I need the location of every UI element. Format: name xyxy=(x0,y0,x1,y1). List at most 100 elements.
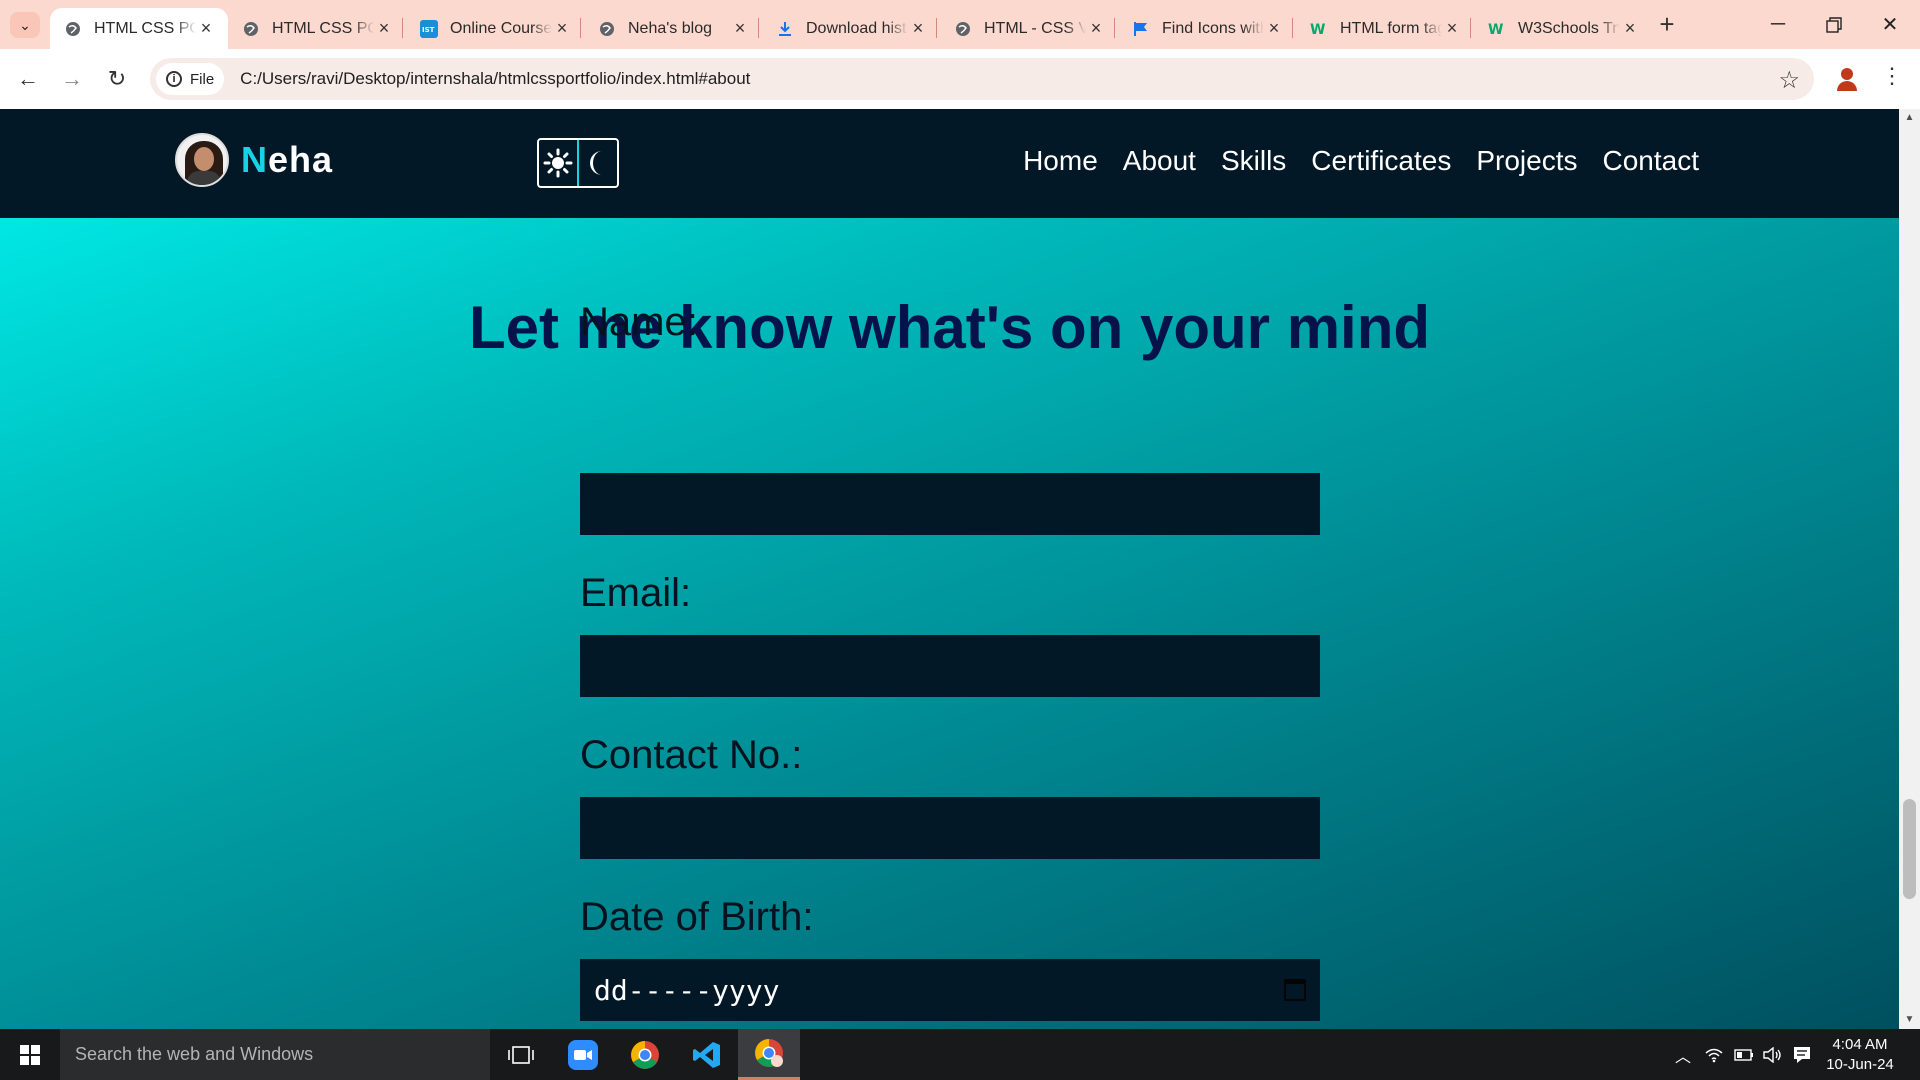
flag-icon xyxy=(1132,20,1150,38)
address-bar[interactable]: i File C:/Users/ravi/Desktop/internshala… xyxy=(150,58,1814,100)
clock-time: 4:04 AM xyxy=(1832,1036,1888,1053)
scroll-down-icon[interactable]: ▼ xyxy=(1899,1011,1920,1029)
name-input[interactable] xyxy=(580,473,1320,535)
calendar-icon[interactable] xyxy=(1284,979,1306,1001)
moon-icon[interactable] xyxy=(577,140,617,186)
tab-title: HTML - CSS Validator xyxy=(984,19,1086,37)
tab-title: Neha's blog xyxy=(628,19,712,37)
nav-projects-link[interactable]: Projects xyxy=(1476,145,1577,177)
contact-number-label: Contact No.: xyxy=(580,733,803,777)
dob-value: dd-----yyyy xyxy=(594,973,780,1007)
browser-menu-icon[interactable]: ⋮ xyxy=(1880,63,1904,89)
svg-text:IST: IST xyxy=(422,26,435,34)
close-tab-icon[interactable]: × xyxy=(1086,18,1106,39)
scrollbar-thumb[interactable] xyxy=(1903,799,1916,899)
close-tab-icon[interactable]: × xyxy=(1442,18,1462,39)
forward-button[interactable]: → xyxy=(56,63,88,95)
close-window-button[interactable]: ✕ xyxy=(1862,0,1918,49)
chrome-icon[interactable] xyxy=(614,1029,676,1080)
bookmark-star-icon[interactable]: ☆ xyxy=(1778,66,1800,95)
tab-separator xyxy=(580,18,581,38)
svg-text:W: W xyxy=(1310,22,1325,37)
nav-contact-link[interactable]: Contact xyxy=(1603,145,1700,177)
tab-1[interactable]: HTML CSS PORTFOLIO × xyxy=(50,8,228,49)
scroll-up-icon[interactable]: ▲ xyxy=(1899,109,1920,127)
globe-icon xyxy=(954,20,972,38)
nav-home-link[interactable]: Home xyxy=(1023,145,1098,177)
info-icon: i xyxy=(166,71,182,87)
nav-links: Home About Skills Certificates Projects … xyxy=(1023,145,1699,177)
avatar xyxy=(175,133,229,187)
tab-strip: ⌄ HTML CSS PORTFOLIO × HTML CSS PORTFOLI… xyxy=(0,0,1920,49)
windows-taskbar: Search the web and Windows ︿ 4:04 AM 10-… xyxy=(0,1029,1920,1080)
tab-title: Download history xyxy=(806,19,908,37)
taskbar-search[interactable]: Search the web and Windows xyxy=(60,1029,490,1080)
close-tab-icon[interactable]: × xyxy=(1620,18,1640,39)
tab-title: Online Courses xyxy=(450,19,552,37)
tab-5[interactable]: Download history × xyxy=(762,8,940,49)
close-tab-icon[interactable]: × xyxy=(374,18,394,39)
tab-separator xyxy=(1470,18,1471,38)
theme-toggle[interactable] xyxy=(537,138,619,188)
w3schools-icon: W xyxy=(1310,20,1328,38)
tab-4[interactable]: Neha's blog × xyxy=(584,8,762,49)
volume-icon[interactable] xyxy=(1758,1029,1786,1080)
ist-logo-icon: IST xyxy=(420,19,438,38)
vscode-icon[interactable] xyxy=(676,1029,738,1080)
svg-text:W: W xyxy=(1488,22,1503,37)
profile-avatar-icon[interactable] xyxy=(1832,64,1862,94)
tab-search-button[interactable]: ⌄ xyxy=(10,12,40,38)
name-label: Name: xyxy=(580,300,698,344)
nav-certificates-link[interactable]: Certificates xyxy=(1311,145,1451,177)
sun-icon[interactable] xyxy=(539,140,577,186)
reload-button[interactable]: ↻ xyxy=(101,63,133,95)
tab-6[interactable]: HTML - CSS Validator × xyxy=(940,8,1118,49)
close-tab-icon[interactable]: × xyxy=(1264,18,1284,39)
start-button[interactable] xyxy=(0,1029,60,1080)
dob-input[interactable]: dd-----yyyy xyxy=(580,959,1320,1021)
close-tab-icon[interactable]: × xyxy=(908,18,928,39)
download-icon xyxy=(776,20,794,38)
tab-3[interactable]: IST Online Courses × xyxy=(406,8,584,49)
close-tab-icon[interactable]: × xyxy=(552,18,572,39)
contact-number-input[interactable] xyxy=(580,797,1320,859)
tab-9[interactable]: W W3Schools Tryit × xyxy=(1474,8,1652,49)
chrome-profile-icon[interactable] xyxy=(738,1029,800,1080)
task-view-icon[interactable] xyxy=(490,1029,552,1080)
globe-icon xyxy=(242,20,260,38)
tab-separator xyxy=(1114,18,1115,38)
close-tab-icon[interactable]: × xyxy=(196,18,216,39)
tab-title: W3Schools Tryit xyxy=(1518,19,1620,37)
back-button[interactable]: ← xyxy=(12,63,44,95)
tab-title: HTML CSS PORTFOLIO xyxy=(94,19,196,37)
battery-icon[interactable] xyxy=(1730,1029,1758,1080)
site-info-button[interactable]: i File xyxy=(156,63,225,95)
tray-overflow-icon[interactable]: ︿ xyxy=(1668,1029,1698,1080)
browser-toolbar: ← → ↻ i File C:/Users/ravi/Desktop/inter… xyxy=(0,49,1920,109)
tab-8[interactable]: W HTML form tags × xyxy=(1296,8,1474,49)
nav-about-link[interactable]: About xyxy=(1123,145,1196,177)
wifi-icon[interactable] xyxy=(1700,1029,1728,1080)
zoom-icon[interactable] xyxy=(552,1029,614,1080)
taskbar-clock[interactable]: 4:04 AM 10-Jun-24 xyxy=(1820,1035,1900,1075)
page-scrollbar[interactable]: ▲ ▼ xyxy=(1899,109,1920,1029)
close-tab-icon[interactable]: × xyxy=(730,18,750,39)
tab-2[interactable]: HTML CSS PORTFOLIO × xyxy=(228,8,406,49)
email-input[interactable] xyxy=(580,635,1320,697)
tab-7[interactable]: Find Icons with × xyxy=(1118,8,1296,49)
globe-icon xyxy=(64,20,82,38)
restore-button[interactable] xyxy=(1806,0,1862,49)
url-text[interactable]: C:/Users/ravi/Desktop/internshala/htmlcs… xyxy=(240,69,750,89)
site-navbar: Neha Home About Skills Certificates Proj… xyxy=(0,109,1899,218)
tab-separator xyxy=(402,18,403,38)
site-chip-label: File xyxy=(190,70,215,88)
brand[interactable]: Neha xyxy=(175,133,333,187)
minimize-button[interactable]: ─ xyxy=(1750,0,1806,49)
new-tab-button[interactable]: + xyxy=(1652,10,1682,40)
notifications-icon[interactable] xyxy=(1788,1029,1816,1080)
tab-separator xyxy=(936,18,937,38)
globe-icon xyxy=(598,20,616,38)
brand-name: Neha xyxy=(241,139,333,181)
nav-skills-link[interactable]: Skills xyxy=(1221,145,1286,177)
brand-rest: eha xyxy=(268,139,334,180)
